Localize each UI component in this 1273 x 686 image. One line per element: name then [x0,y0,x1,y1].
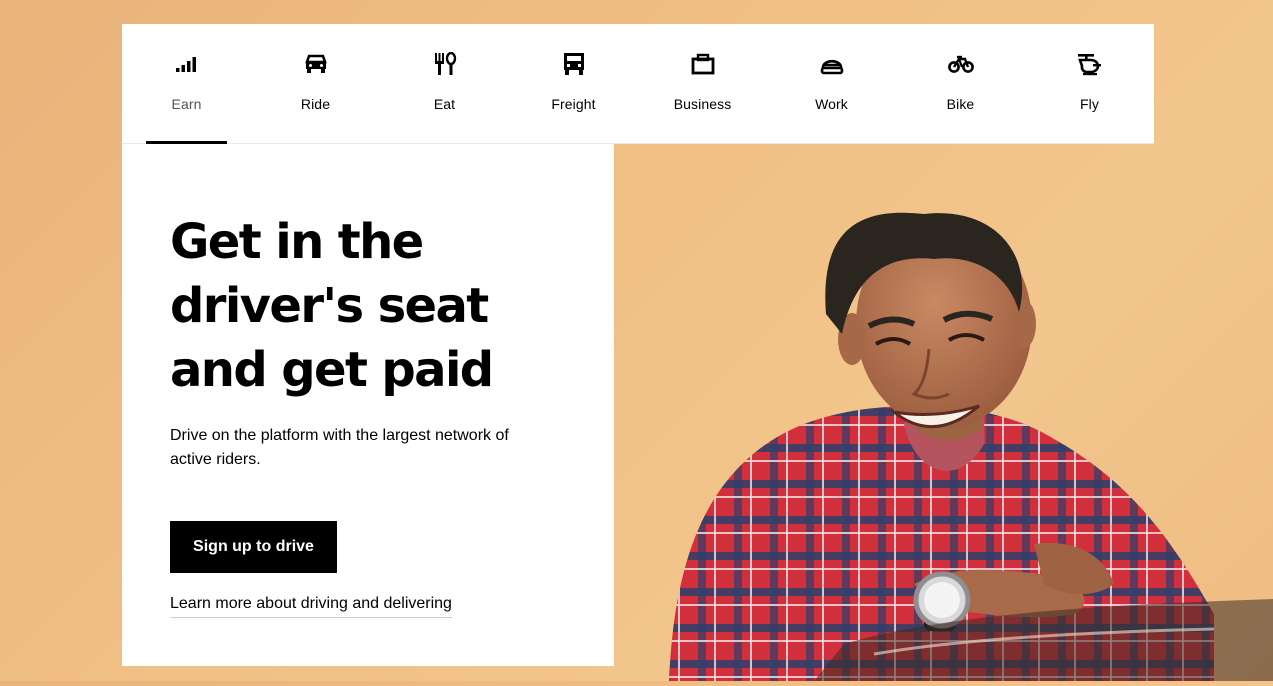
tab-label: Eat [433,96,456,112]
tab-label: Work [815,96,848,112]
driver-illustration [669,212,1273,681]
tab-label: Ride [300,96,331,112]
learn-more-link[interactable]: Learn more about driving and delivering [170,592,452,618]
sign-up-to-drive-button[interactable]: Sign up to drive [170,521,337,573]
hero-photo [614,144,1273,681]
briefcase-icon [690,52,716,76]
car-icon [303,52,329,76]
hero-title: Get in the driver's seat and get paid [170,214,494,398]
tab-bike[interactable]: Bike [896,24,1025,144]
tab-label: Fly [1080,96,1099,112]
hero-subtitle: Drive on the platform with the largest n… [170,427,509,468]
tab-label: Business [673,96,732,112]
tab-label: Bike [946,96,975,112]
fork-knife-icon [432,52,458,76]
earn-bars-icon [174,52,200,76]
tab-eat[interactable]: Eat [380,24,509,144]
bicycle-icon [947,52,974,76]
hero-card: Get in the driver's seat and get paid Dr… [122,144,614,666]
truck-icon [561,52,587,76]
tab-fly[interactable]: Fly [1025,24,1154,144]
tab-label: Freight [551,96,596,112]
hardhat-icon [819,52,845,76]
tab-business[interactable]: Business [638,24,767,144]
tab-earn[interactable]: Earn [122,24,251,145]
product-tab-bar: Earn Ride Eat Freight Business Work Bike… [122,24,1154,145]
tab-ride[interactable]: Ride [251,24,380,144]
helicopter-icon [1077,52,1103,76]
tab-label: Earn [171,96,202,112]
tab-freight[interactable]: Freight [509,24,638,144]
tab-work[interactable]: Work [767,24,896,144]
